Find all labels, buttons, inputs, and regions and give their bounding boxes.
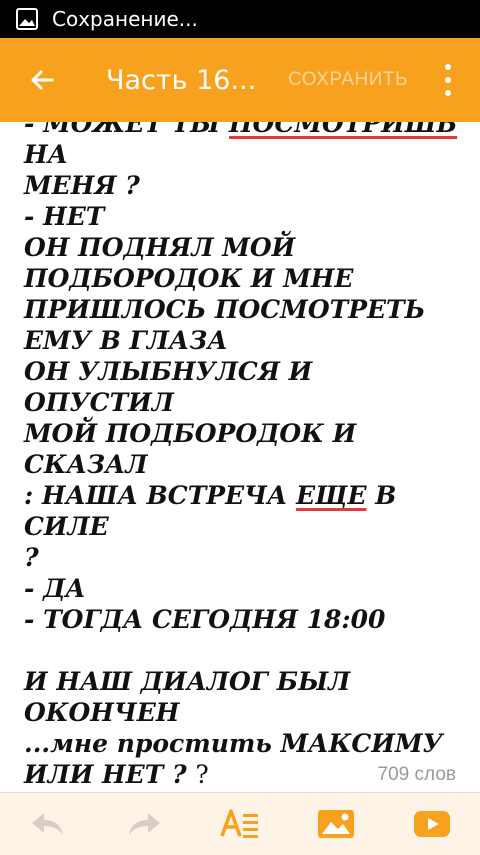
text-format-button[interactable] — [210, 800, 270, 848]
text-line: ПОДБОРОДОК И МНЕ — [24, 263, 464, 294]
text-fragment: ОН ПОДНЯЛ МОЙ — [24, 233, 296, 262]
text-fragment: И НАШ ДИАЛОГ БЫЛ — [24, 667, 351, 696]
text-fragment: ОКОНЧЕН — [24, 698, 180, 727]
text-fragment: ОН УЛЫБНУЛСЯ И ОПУСТИЛ — [24, 357, 321, 417]
text-line: ЕМУ В ГЛАЗА — [24, 325, 464, 356]
more-menu-button[interactable] — [432, 64, 464, 96]
text-fragment: ...мне простить МАКСИМУ — [24, 729, 443, 758]
text-line: ОН УЛЫБНУЛСЯ И ОПУСТИЛ — [24, 356, 464, 418]
text-line: МОЙ ПОДБОРОДОК И СКАЗАЛ — [24, 418, 464, 480]
text-fragment: МОЙ ПОДБОРОДОК И СКАЗАЛ — [24, 419, 365, 479]
text-editor[interactable]: - МОЖЕТ ТЫ ПОСМОТРИШЬ НА МЕНЯ ? - НЕТ ОН ПО… — [0, 122, 480, 792]
text-fragment: : НАША ВСТРЕЧА — [24, 481, 297, 510]
text-line: ПРИШЛОСЬ ПОСМОТРЕТЬ — [24, 294, 464, 325]
text-fragment: - НЕТ — [24, 202, 105, 231]
word-count: 709 слов — [377, 764, 456, 785]
back-button[interactable] — [14, 52, 70, 108]
app-bar: Часть 16... СОХРАНИТЬ — [0, 38, 480, 122]
text-fragment: - ДА — [24, 574, 86, 603]
text-format-icon — [220, 809, 258, 838]
text-fragment: ? — [24, 543, 39, 572]
editor-toolbar — [0, 792, 480, 855]
text-fragment: ПРИШЛОСЬ ПОСМОТРЕТЬ — [24, 295, 426, 324]
save-button[interactable]: СОХРАНИТЬ — [288, 69, 408, 91]
image-icon — [318, 810, 354, 838]
text-line: И НАШ ДИАЛОГ БЫЛ — [24, 666, 464, 697]
youtube-icon — [414, 811, 450, 837]
misspelled-word: ЕЩЕ — [296, 481, 367, 510]
page-title: Часть 16... — [106, 64, 257, 96]
text-fragment: ИЛИ НЕТ ? — [24, 760, 196, 789]
redo-icon — [129, 813, 160, 835]
more-vertical-icon — [445, 64, 451, 70]
text-line: ...мне простить МАКСИМУ — [24, 728, 464, 759]
misspelled-word: ПОСМОТРИШЬ — [229, 122, 458, 138]
undo-icon — [32, 813, 63, 835]
text-line: - МОЖЕТ ТЫ ПОСМОТРИШЬ НА — [24, 122, 464, 170]
redo-button[interactable] — [114, 800, 174, 848]
text-line — [24, 635, 464, 666]
text-line: ОКОНЧЕН — [24, 697, 464, 728]
text-fragment: МЕНЯ ? — [24, 171, 140, 200]
text-fragment: ПОДБОРОДОК И МНЕ — [24, 264, 354, 293]
text-line: ОН ПОДНЯЛ МОЙ — [24, 232, 464, 263]
arrow-left-icon — [31, 70, 54, 90]
text-line: - НЕТ — [24, 201, 464, 232]
text-fragment: ? — [195, 760, 209, 789]
status-bar: Сохранение... — [0, 0, 480, 38]
text-line: - ДА — [24, 573, 464, 604]
insert-video-button[interactable] — [402, 800, 462, 848]
text-fragment: ЕМУ В ГЛАЗА — [24, 326, 228, 355]
text-line: ? — [24, 542, 464, 573]
text-line: : НАША ВСТРЕЧА ЕЩЕ В СИЛЕ — [24, 480, 464, 542]
text-line: МЕНЯ ? — [24, 170, 464, 201]
insert-image-button[interactable] — [306, 800, 366, 848]
editor-text[interactable]: - МОЖЕТ ТЫ ПОСМОТРИШЬ НА МЕНЯ ? - НЕТ ОН ПО… — [24, 122, 464, 792]
undo-button[interactable] — [18, 800, 78, 848]
text-fragment: - МОЖЕТ ТЫ — [24, 122, 230, 138]
image-icon — [16, 8, 38, 30]
status-text: Сохранение... — [52, 7, 198, 31]
text-line: - ТОГДА СЕГОДНЯ 18:00 — [24, 604, 464, 635]
text-fragment: - ТОГДА СЕГОДНЯ 18:00 — [24, 605, 386, 634]
